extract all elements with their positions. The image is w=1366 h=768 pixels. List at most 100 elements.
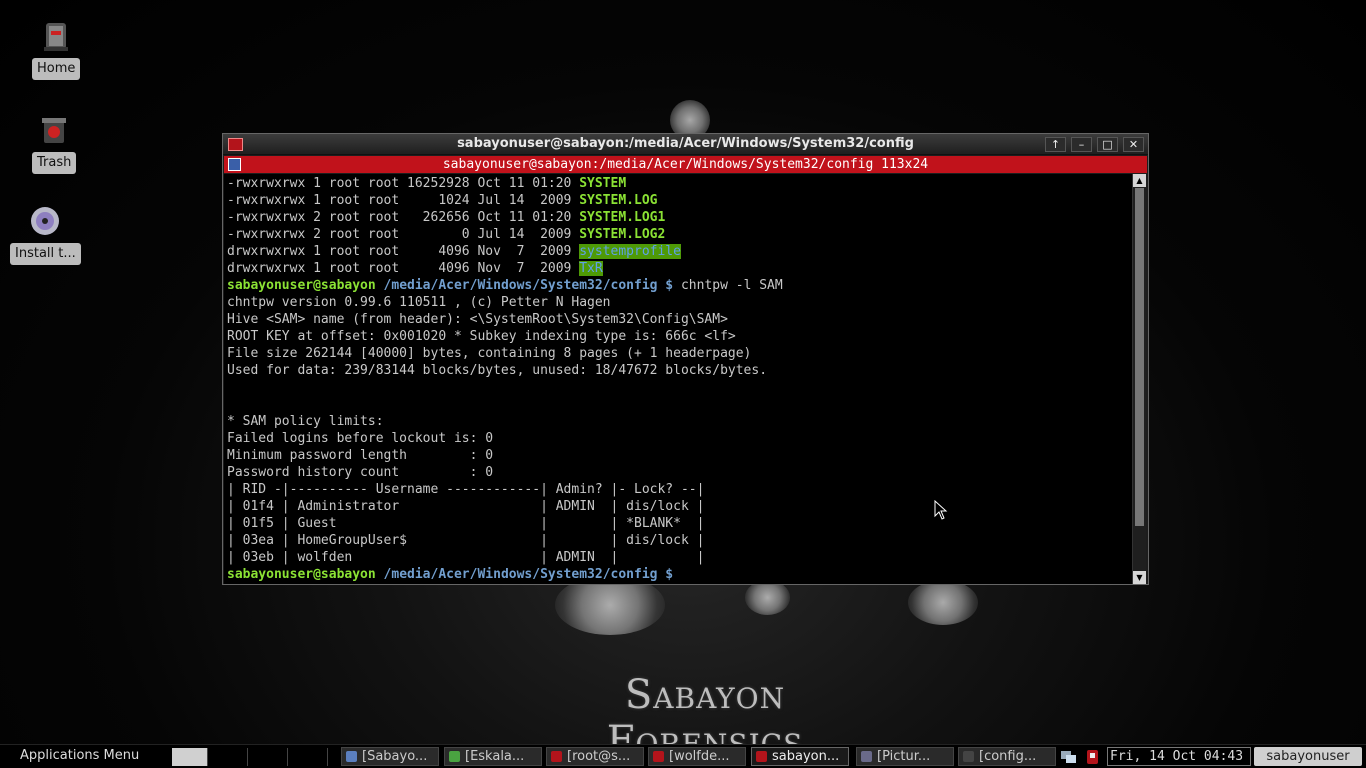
listing-line: -rwxrwxrwx 2 root root 0 Jul 14 2009 SYS… [227, 226, 1133, 243]
desktop-icon-label: Trash [32, 152, 77, 174]
file-name: SYSTEM.LOG [579, 193, 658, 208]
output-line: Hive <SAM> name (from header): <\SystemR… [227, 312, 728, 327]
output-line: chntpw version 0.99.6 110511 , (c) Pette… [227, 295, 611, 310]
update-notifier-icon[interactable] [1084, 749, 1101, 765]
terminal-header-bar: sabayonuser@sabayon:/media/Acer/Windows/… [224, 156, 1147, 173]
window-app-icon [346, 751, 357, 762]
scrollbar-thumb[interactable] [1135, 188, 1144, 526]
listing-line: drwxrwxrwx 1 root root 4096 Nov 7 2009 s… [227, 243, 1133, 260]
prompt-path: /media/Acer/Windows/System32/config $ [375, 567, 674, 582]
output-line: Password history count : 0 [227, 465, 494, 480]
window-app-icon [756, 751, 767, 762]
output-line: File size 262144 [40000] bytes, containi… [227, 346, 752, 361]
window-app-icon [449, 751, 460, 762]
window-app-icon [861, 751, 872, 762]
window-app-icon [963, 751, 974, 762]
taskbar: Applications Menu [Sabayo... [Eskala... [r… [0, 744, 1366, 768]
command-output: chntpw version 0.99.6 110511 , (c) Pette… [227, 294, 1133, 566]
file-name: SYSTEM [579, 176, 627, 191]
output-line: ROOT KEY at offset: 0x001020 * Subkey in… [227, 329, 736, 344]
file-metadata: drwxrwxrwx 1 root root 4096 Nov 7 2009 [227, 244, 580, 259]
desktop-icon-trash[interactable]: Trash [32, 112, 77, 174]
mouse-pointer-icon [934, 500, 948, 520]
desktop-icon-label: Install t... [10, 243, 81, 265]
close-button[interactable]: ✕ [1123, 137, 1144, 152]
taskbar-window-label: [Sabayo... [362, 749, 428, 764]
window-app-icon [551, 751, 562, 762]
file-metadata: -rwxrwxrwx 2 root root 262656 Oct 11 01:… [227, 210, 580, 225]
taskbar-window-button[interactable]: sabayon... [751, 747, 849, 766]
paw-print-shape [745, 580, 790, 615]
file-name: SYSTEM.LOG2 [579, 227, 666, 242]
taskbar-window-button[interactable]: [Pictur... [856, 747, 954, 766]
home-icon [38, 18, 74, 54]
output-line: Used for data: 239/83144 blocks/bytes, u… [227, 363, 768, 378]
command-text: chntpw -l SAM [673, 278, 783, 293]
taskbar-window-button[interactable]: [root@s... [546, 747, 644, 766]
command-line: sabayonuser@sabayon /media/Acer/Windows/… [227, 277, 1133, 294]
desktop-icon-home[interactable]: Home [32, 18, 81, 80]
current-prompt-line[interactable]: sabayonuser@sabayon /media/Acer/Windows/… [227, 566, 1133, 583]
output-line: | 01f5 | Guest | | *BLANK* | [227, 516, 705, 531]
file-metadata: -rwxrwxrwx 1 root root 16252928 Oct 11 0… [227, 176, 580, 191]
terminal-window[interactable]: sabayonuser@sabayon:/media/Acer/Windows/… [222, 133, 1149, 585]
taskbar-window-label: sabayon... [772, 749, 840, 764]
output-line: Minimum password length : 0 [227, 448, 494, 463]
output-line: * SAM policy limits: [227, 414, 384, 429]
installer-disc-icon [27, 203, 63, 239]
scroll-down-arrow-icon[interactable]: ▼ [1133, 571, 1146, 584]
window-title: sabayonuser@sabayon:/media/Acer/Windows/… [457, 136, 914, 151]
taskbar-window-label: [wolfde... [669, 749, 730, 764]
prompt-path: /media/Acer/Windows/System32/config $ [375, 278, 674, 293]
desktop-icon-installer[interactable]: Install t... [10, 203, 81, 265]
terminal-scrollbar[interactable]: ▲ ▼ [1132, 174, 1146, 584]
output-line: | 01f4 | Administrator | ADMIN | dis/loc… [227, 499, 705, 514]
prompt-user: sabayonuser@sabayon [227, 278, 376, 293]
terminal-output[interactable]: -rwxrwxrwx 1 root root 16252928 Oct 11 0… [224, 174, 1133, 584]
directory-name: TxR [579, 261, 603, 276]
desktop-icon-label: Home [32, 58, 81, 80]
window-title-bar[interactable]: sabayonuser@sabayon:/media/Acer/Windows/… [223, 134, 1148, 155]
file-metadata: -rwxrwxrwx 1 root root 1024 Jul 14 2009 [227, 193, 580, 208]
workspace-2[interactable] [210, 748, 248, 766]
user-menu-button[interactable]: sabayonuser [1254, 747, 1362, 766]
directory-listing: -rwxrwxrwx 1 root root 16252928 Oct 11 0… [227, 175, 1133, 277]
text-cursor [680, 567, 689, 582]
listing-line: -rwxrwxrwx 2 root root 262656 Oct 11 01:… [227, 209, 1133, 226]
taskbar-window-label: [Pictur... [877, 749, 931, 764]
clock[interactable]: Fri, 14 Oct 04:43 [1107, 747, 1251, 766]
output-line: | RID -|---------- Username ------------… [227, 482, 705, 497]
shade-window-button[interactable]: ↑ [1045, 137, 1066, 152]
file-metadata: -rwxrwxrwx 2 root root 0 Jul 14 2009 [227, 227, 580, 242]
output-line: | 03eb | wolfden | ADMIN | | [227, 550, 705, 565]
maximize-button[interactable]: □ [1097, 137, 1118, 152]
output-line: | 03ea | HomeGroupUser$ | | dis/lock | [227, 533, 705, 548]
file-metadata: drwxrwxrwx 1 root root 4096 Nov 7 2009 [227, 261, 580, 276]
output-line: Failed logins before lockout is: 0 [227, 431, 494, 446]
applications-menu-button[interactable]: Applications Menu [20, 748, 139, 763]
taskbar-window-button[interactable]: [wolfde... [648, 747, 746, 766]
taskbar-window-button[interactable]: [config... [958, 747, 1056, 766]
paw-print-shape [908, 580, 978, 625]
taskbar-window-button[interactable]: [Sabayo... [341, 747, 439, 766]
workspace-1[interactable] [172, 748, 208, 766]
taskbar-window-label: [Eskala... [465, 749, 525, 764]
window-app-icon [653, 751, 664, 762]
listing-line: drwxrwxrwx 1 root root 4096 Nov 7 2009 T… [227, 260, 1133, 277]
taskbar-window-label: [config... [979, 749, 1037, 764]
listing-line: -rwxrwxrwx 1 root root 1024 Jul 14 2009 … [227, 192, 1133, 209]
trash-icon [36, 112, 72, 148]
taskbar-window-label: [root@s... [567, 749, 631, 764]
listing-line: -rwxrwxrwx 1 root root 16252928 Oct 11 0… [227, 175, 1133, 192]
terminal-header-text: sabayonuser@sabayon:/media/Acer/Windows/… [442, 157, 929, 172]
taskbar-window-button[interactable]: [Eskala... [444, 747, 542, 766]
workspace-4[interactable] [290, 748, 328, 766]
prompt-user: sabayonuser@sabayon [227, 567, 376, 582]
directory-name: systemprofile [579, 244, 681, 259]
minimize-button[interactable]: – [1071, 137, 1092, 152]
workspace-3[interactable] [250, 748, 288, 766]
network-icon[interactable] [1060, 749, 1077, 765]
scroll-up-arrow-icon[interactable]: ▲ [1133, 174, 1146, 187]
